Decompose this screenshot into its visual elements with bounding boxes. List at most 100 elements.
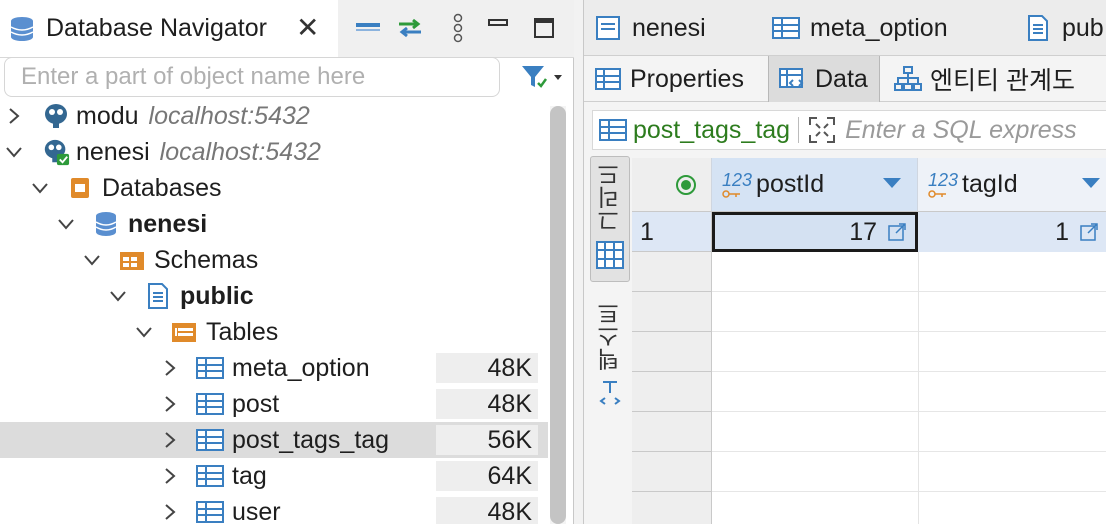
table-size: 48K (436, 389, 538, 419)
tree-node-label: Schemas (154, 245, 259, 274)
editor-tab-bar: nenesi meta_option pub (584, 0, 1106, 56)
chevron-down-icon[interactable] (82, 250, 102, 270)
table-size: 64K (436, 461, 538, 491)
data-filter-bar: post_tags_tag Enter a SQL express (592, 110, 1106, 150)
tree-node-label: modu (76, 101, 139, 130)
table-icon (772, 14, 800, 42)
subtab-label: Properties (630, 64, 744, 93)
minimize-icon[interactable] (482, 12, 514, 44)
chevron-right-icon[interactable] (4, 106, 24, 126)
table-size: 48K (436, 497, 538, 524)
subtab-properties[interactable]: Properties (584, 56, 766, 102)
editor-tab-public[interactable]: pub (1024, 0, 1104, 56)
data-grid-icon (779, 65, 807, 93)
cell-value: 1 (1055, 218, 1069, 246)
column-header-postId[interactable]: 123 postId (712, 158, 918, 212)
empty-row-header (632, 492, 712, 524)
editor-tab-label: pub (1062, 13, 1104, 42)
collapse-all-icon[interactable] (352, 12, 384, 44)
tree-node-label: Databases (102, 173, 222, 202)
table-icon (196, 462, 224, 490)
table-editor-panel: nenesi meta_option pub Properties Data 엔… (583, 0, 1106, 524)
tree-node-databases-folder[interactable]: Databases (0, 170, 548, 206)
navigator-title: Database Navigator (46, 14, 267, 42)
grid-cell-postId[interactable]: 17 (712, 212, 918, 252)
chevron-down-icon[interactable] (30, 178, 50, 198)
chevron-down-icon[interactable] (4, 142, 24, 162)
table-icon (196, 498, 224, 524)
view-tab-label: 텍스트 (597, 302, 623, 371)
sql-filter-input[interactable]: Enter a SQL express (845, 116, 1077, 145)
view-mode-tabs: 그리드 텍스트 (588, 156, 632, 524)
chevron-right-icon[interactable] (160, 502, 180, 522)
chevron-right-icon[interactable] (160, 358, 180, 378)
row-number[interactable]: 1 (632, 212, 712, 252)
empty-grid-row (712, 252, 1106, 292)
tree-node-table-selected[interactable]: post_tags_tag 56K (0, 422, 548, 458)
editor-subtab-bar: Properties Data 엔티티 관계도 (584, 56, 1106, 102)
subtab-er-diagram[interactable]: 엔티티 관계도 (884, 56, 1084, 102)
chevron-right-icon[interactable] (160, 394, 180, 414)
column-divider (918, 252, 919, 524)
grid-cell-tagId[interactable]: 1 (918, 212, 1106, 252)
table-size: 56K (436, 425, 538, 455)
grid-view-icon (595, 240, 625, 270)
chevron-down-icon[interactable] (108, 286, 128, 306)
tree-node-label: Tables (206, 317, 279, 346)
database-navigator-panel: Database Navigator ✕ Enter a part of obj… (0, 0, 574, 524)
tree-node-connection[interactable]: modu localhost:5432 (0, 98, 548, 134)
database-icon (92, 210, 120, 238)
chevron-right-icon[interactable] (160, 430, 180, 450)
properties-table-icon (594, 65, 622, 93)
tree-node-host: localhost:5432 (148, 101, 310, 130)
tree-node-schema[interactable]: public (0, 278, 548, 314)
empty-row-header (632, 332, 712, 372)
empty-grid-row (712, 492, 1106, 524)
tree-node-table[interactable]: tag 64K (0, 458, 548, 494)
tree-node-label: nenesi (76, 137, 150, 166)
open-reference-icon[interactable] (1079, 222, 1099, 242)
tree-node-label: meta_option (232, 353, 370, 382)
editor-tab-meta-option[interactable]: meta_option (772, 0, 948, 56)
tree-node-table[interactable]: user 48K (0, 494, 548, 524)
postgresql-elephant-icon (42, 102, 70, 130)
sort-dropdown-icon[interactable] (881, 176, 903, 190)
tree-node-connection[interactable]: nenesi localhost:5432 (0, 134, 548, 170)
view-tab-grid[interactable]: 그리드 (590, 156, 630, 282)
empty-grid-row (712, 372, 1106, 412)
chevron-right-icon[interactable] (160, 466, 180, 486)
sort-dropdown-icon[interactable] (1080, 176, 1102, 190)
navigator-tab[interactable]: Database Navigator ✕ (0, 0, 338, 58)
tree-node-tables-folder[interactable]: Tables (0, 314, 548, 350)
close-icon[interactable]: ✕ (296, 14, 319, 42)
tree-node-table[interactable]: post 48K (0, 386, 548, 422)
row-status-icon (675, 174, 697, 196)
object-filter-input[interactable] (4, 57, 500, 97)
table-icon (196, 426, 224, 454)
empty-grid-row (712, 412, 1106, 452)
filter-config-icon[interactable] (516, 60, 568, 94)
chevron-down-icon[interactable] (56, 214, 76, 234)
link-with-editor-icon[interactable] (394, 12, 426, 44)
expand-filter-icon[interactable] (807, 115, 837, 145)
view-tab-label: 그리드 (597, 163, 623, 232)
numeric-type-badge: 123 (928, 169, 959, 190)
maximize-icon[interactable] (528, 12, 560, 44)
editor-tab-nenesi[interactable]: nenesi (594, 0, 706, 56)
table-size: 48K (436, 353, 538, 383)
column-name: tagId (962, 170, 1018, 198)
subtab-data[interactable]: Data (768, 56, 880, 102)
databases-folder-icon (66, 174, 94, 202)
editor-tab-label: nenesi (632, 13, 706, 42)
chevron-down-icon[interactable] (134, 322, 154, 342)
more-vertical-icon[interactable] (442, 12, 474, 44)
tree-node-label: tag (232, 461, 267, 490)
column-header-tagId[interactable]: 123 tagId (918, 158, 1106, 212)
open-reference-icon[interactable] (887, 222, 907, 242)
navigator-scrollbar-thumb[interactable] (550, 106, 566, 524)
view-tab-text[interactable]: 텍스트 (590, 296, 630, 416)
tree-node-database[interactable]: nenesi (0, 206, 548, 242)
grid-corner[interactable] (632, 158, 712, 212)
tree-node-schemas-folder[interactable]: Schemas (0, 242, 548, 278)
tree-node-table[interactable]: meta_option 48K (0, 350, 548, 386)
